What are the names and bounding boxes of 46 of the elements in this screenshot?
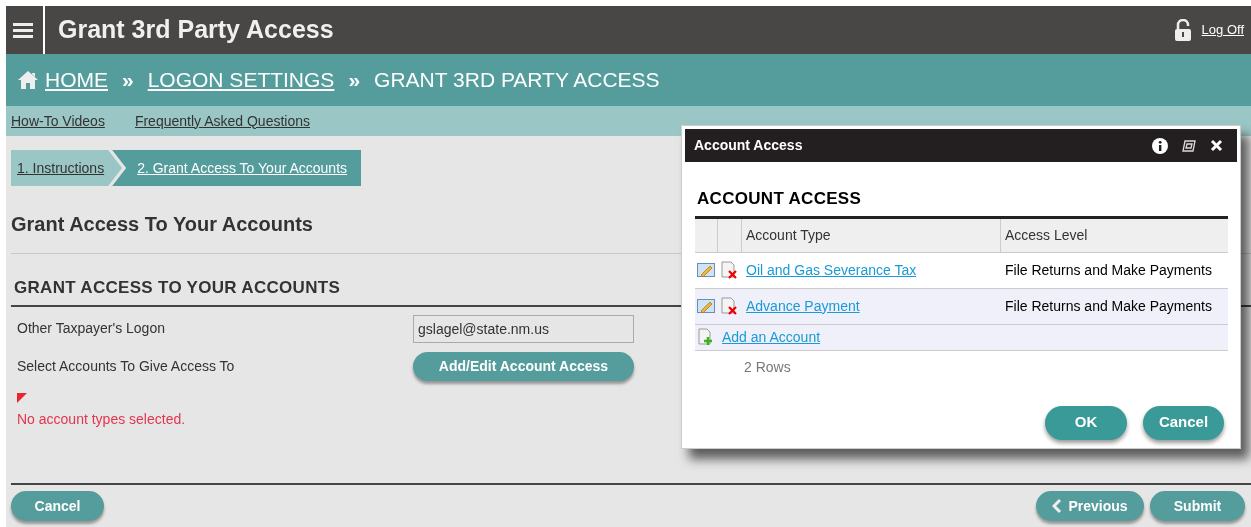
add-icon[interactable] <box>698 328 714 346</box>
cancel-button[interactable]: Cancel <box>1143 405 1224 440</box>
error-flag-icon <box>17 392 27 403</box>
wizard-step[interactable]: 2. Grant Access To Your Accounts <box>112 150 362 186</box>
add-account-link[interactable]: Add an Account <box>722 326 821 348</box>
error-message: No account types selected. <box>17 409 186 429</box>
page-title: Grant 3rd Party Access <box>58 14 334 46</box>
close-icon[interactable] <box>1210 139 1223 152</box>
edit-icon[interactable] <box>697 262 715 278</box>
breadcrumb-current: GRANT 3RD PARTY ACCESS <box>374 67 660 94</box>
field-label: Other Taxpayer's Logon <box>17 319 166 338</box>
cancel-button[interactable]: Cancel <box>11 491 104 521</box>
account-type-link[interactable]: Oil and Gas Severance Tax <box>746 261 917 278</box>
section-heading: GRANT ACCESS TO YOUR ACCOUNTS <box>14 277 342 299</box>
chevron-left-icon <box>1052 498 1063 514</box>
previous-button[interactable]: Previous <box>1036 491 1144 521</box>
log-off-link[interactable]: Log Off <box>1201 20 1244 40</box>
help-link[interactable]: Frequently Asked Questions <box>134 110 310 132</box>
ok-button[interactable]: OK <box>1045 405 1127 440</box>
menu-icon[interactable] <box>13 21 33 39</box>
restore-icon[interactable] <box>1182 139 1196 152</box>
column-header: Access Level <box>1004 225 1089 245</box>
breadcrumb-link[interactable]: HOME <box>45 64 108 96</box>
breadcrumb-separator: » <box>348 67 361 94</box>
delete-icon[interactable] <box>721 297 738 315</box>
row-count: 2 Rows <box>744 357 792 377</box>
help-link[interactable]: How-To Videos <box>11 110 105 132</box>
breadcrumb-link[interactable]: LOGON SETTINGS <box>147 64 335 96</box>
account-type-link[interactable]: Advance Payment <box>746 297 860 314</box>
table-cell-text: File Returns and Make Payments <box>1004 296 1213 316</box>
padlock-icon <box>1173 19 1192 41</box>
add-edit-account-access-button[interactable]: Add/Edit Account Access <box>413 352 634 381</box>
column-header: Account Type <box>742 218 1001 252</box>
dialog-title: Account Access <box>694 136 803 155</box>
breadcrumb-separator: » <box>122 67 134 94</box>
field-label: Select Accounts To Give Access To <box>17 357 236 376</box>
delete-icon[interactable] <box>721 261 738 279</box>
logon-input-field[interactable]: gslagel@state.nm.us <box>413 314 634 343</box>
submit-button[interactable]: Submit <box>1150 491 1245 521</box>
home-icon[interactable] <box>17 70 39 90</box>
edit-icon[interactable] <box>697 298 715 314</box>
wizard-step[interactable]: 1. Instructions <box>11 150 123 186</box>
info-icon[interactable] <box>1152 137 1168 154</box>
page-heading: Grant Access To Your Accounts <box>11 212 313 237</box>
dialog-heading: ACCOUNT ACCESS <box>697 188 863 210</box>
table-cell-text: File Returns and Make Payments <box>1004 260 1213 280</box>
